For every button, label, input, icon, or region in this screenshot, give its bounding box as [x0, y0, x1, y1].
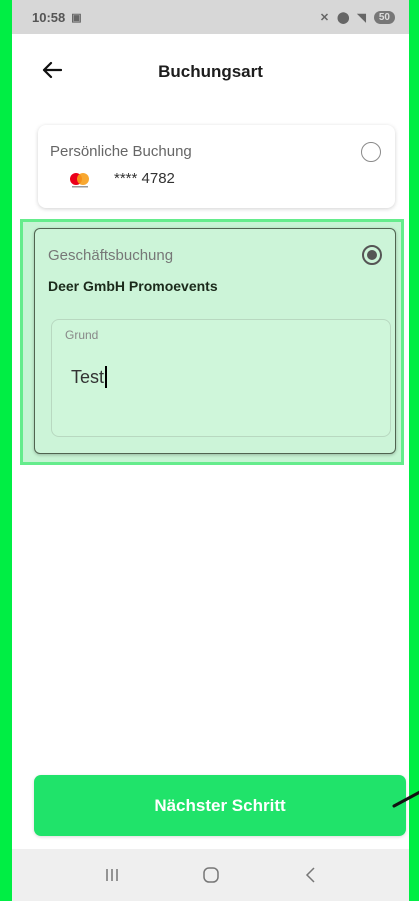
- status-bar: 10:58 ▣ ✕ ⬤ ◥ 50: [12, 0, 409, 34]
- wifi-signal-icon: ◥: [357, 11, 366, 24]
- recent-apps-button[interactable]: [92, 855, 132, 895]
- system-back-button[interactable]: [290, 855, 330, 895]
- personal-booking-title: Persönliche Buchung: [50, 143, 192, 160]
- home-icon: [202, 867, 219, 883]
- personal-booking-option[interactable]: Persönliche Buchung **** 4782: [38, 125, 395, 208]
- battery-icon: 50: [373, 10, 395, 24]
- reason-label: Grund: [65, 328, 99, 342]
- app-bar: Buchungsart: [12, 34, 409, 110]
- screenshot-notification-icon: ▣: [71, 11, 82, 24]
- mute-icon: ✕: [319, 11, 330, 24]
- personal-booking-radio[interactable]: [361, 142, 381, 162]
- card-number: **** 4782: [114, 170, 175, 187]
- phone-screen: 10:58 ▣ ✕ ⬤ ◥ 50 Buchungsart Persönliche…: [12, 0, 409, 901]
- mastercard-icon: [70, 173, 89, 188]
- home-button[interactable]: [191, 855, 231, 895]
- company-name: Deer GmbH Promoevents: [48, 278, 218, 294]
- next-step-button[interactable]: Nächster Schritt: [34, 775, 406, 836]
- business-booking-option[interactable]: Geschäftsbuchung Deer GmbH Promoevents G…: [34, 228, 396, 454]
- status-time: 10:58: [32, 9, 66, 25]
- device-frame: 10:58 ▣ ✕ ⬤ ◥ 50 Buchungsart Persönliche…: [0, 0, 419, 901]
- location-icon: ⬤: [337, 11, 350, 24]
- business-booking-title: Geschäftsbuchung: [48, 247, 174, 264]
- text-cursor: [105, 366, 108, 388]
- page-title: Buchungsart: [158, 62, 263, 81]
- business-booking-radio[interactable]: [362, 245, 382, 265]
- recent-apps-icon: [105, 869, 118, 881]
- annotation-arrow-line: [392, 790, 419, 808]
- system-navigation-bar: [12, 849, 409, 901]
- chevron-left-icon: [305, 867, 315, 883]
- reason-input[interactable]: Grund Test: [51, 319, 391, 437]
- reason-value: Test: [71, 366, 105, 387]
